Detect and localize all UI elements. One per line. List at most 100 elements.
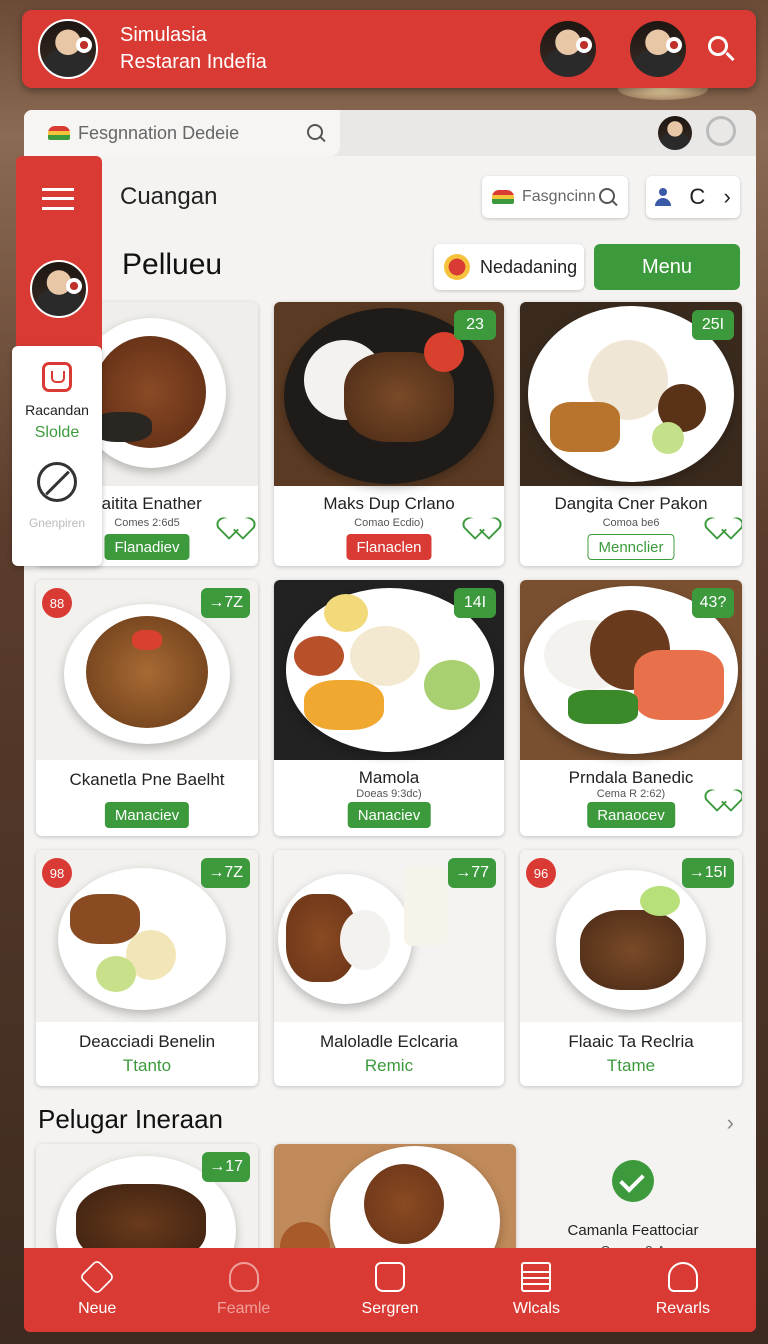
rail-menu-card: Racandan Slolde Gnenpiren <box>12 346 102 566</box>
user-placeholder-icon[interactable] <box>706 116 736 146</box>
side-rail <box>16 156 102 356</box>
rating-tag: 88 <box>42 588 72 618</box>
rail-avatar[interactable] <box>30 260 88 318</box>
section-title: Pelugar Ineraan <box>38 1104 224 1134</box>
nav-item-feamle[interactable]: Feamle <box>170 1248 316 1332</box>
rail-item-label[interactable]: Racandan <box>12 402 102 418</box>
mini-avatars <box>658 116 736 150</box>
profile-avatar[interactable] <box>38 19 98 79</box>
user-avatar-2[interactable] <box>630 21 686 77</box>
user-icon[interactable] <box>655 188 672 206</box>
rail-item-sublabel[interactable]: Slolde <box>12 424 102 442</box>
count-tag: 25I <box>692 310 734 340</box>
count-tag: →7Z <box>201 588 250 618</box>
search-icon <box>708 36 728 56</box>
food-card[interactable]: 43? Prndala Banedic Cema R 2:62) Ranaoce… <box>520 580 742 836</box>
search-icon <box>598 187 618 207</box>
count-tag: 43? <box>692 588 734 618</box>
nav-pill: C › <box>646 176 740 218</box>
heart-icon[interactable] <box>712 508 734 528</box>
food-status: Remic <box>364 1056 414 1075</box>
promo-title: Camanla Feattociar <box>567 1222 699 1239</box>
search-icon <box>306 123 326 143</box>
nav-label: Neue <box>78 1300 117 1317</box>
nav-label: Feamle <box>216 1300 271 1317</box>
count-tag: →7Z <box>201 858 250 888</box>
menu-button[interactable]: Menu <box>594 244 740 290</box>
status-dot-icon <box>444 254 470 280</box>
small-search-input[interactable]: Fasgncinn <box>482 176 628 218</box>
bell-icon <box>667 1262 698 1292</box>
food-card[interactable]: 96 →15I Flaaic Ta Reclria Ttame <box>520 850 742 1086</box>
mini-user-avatar[interactable] <box>658 116 692 150</box>
food-name: Prndala Banedic <box>568 768 694 787</box>
food-name: Dangita Cner Pakon <box>554 494 708 513</box>
hamburger-menu-icon[interactable] <box>42 188 74 210</box>
food-card[interactable]: 25I Dangita Cner Pakon Comoa be6 Menncli… <box>520 302 742 566</box>
small-search-placeholder: Fasgncinn <box>522 188 596 205</box>
heart-icon[interactable] <box>224 508 246 528</box>
search-row: Fesgnnation Dedeie <box>24 110 756 156</box>
rating-tag: 98 <box>42 858 72 888</box>
chevron-right-icon[interactable]: › <box>727 1110 734 1136</box>
nav-item-wlcals[interactable]: Wlcals <box>463 1248 609 1332</box>
food-subtitle: Doeas 9:3dc) <box>356 788 422 800</box>
header-search-button[interactable] <box>704 32 738 66</box>
food-card[interactable]: 98 →7Z Deacciadi Benelin Ttanto <box>36 850 258 1086</box>
list-icon <box>521 1262 552 1292</box>
filter-chip-label: Nedadaning <box>480 256 578 277</box>
page-subtitle: Cuangan <box>120 183 218 210</box>
food-card[interactable]: 88 →7Z Ckanetla Pne Baelht Manaciev <box>36 580 258 836</box>
food-name: Flaaic Ta Reclria <box>568 1032 694 1051</box>
app-title: Simulasia Restaran Indefia <box>120 22 267 76</box>
page-title: Pellueu <box>122 248 223 281</box>
app-header: Simulasia Restaran Indefia <box>22 10 756 88</box>
food-badge[interactable]: Mennclier <box>587 534 675 560</box>
main-search-placeholder: Fesgnnation Dedeie <box>78 122 240 143</box>
nav-pill-refresh[interactable]: C <box>689 184 705 210</box>
nav-label: Sergren <box>361 1300 419 1317</box>
food-card[interactable]: →77 Maloladle Eclcaria Remic <box>274 850 504 1086</box>
food-name: Mamola <box>358 768 420 787</box>
nav-label: Revarls <box>655 1300 710 1317</box>
app-title-line2: Restaran Indefia <box>120 51 267 73</box>
nav-item-sergren[interactable]: Sergren <box>317 1248 463 1332</box>
main-panel: Fesgnnation Dedeie Cuangan Fasgncinn C ›… <box>24 110 756 1270</box>
count-tag: →77 <box>448 858 496 888</box>
food-name: Maloladle Eclcaria <box>320 1032 458 1051</box>
food-name: Deacciadi Benelin <box>78 1032 216 1051</box>
food-badge[interactable]: Nanaciev <box>347 802 431 828</box>
face-icon <box>228 1262 259 1292</box>
food-card[interactable]: 23 Maks Dup Crlano Comao Ecdio) Flanacle… <box>274 302 504 566</box>
flag-icon <box>48 126 70 140</box>
food-badge[interactable]: Ranaocev <box>587 802 675 828</box>
user-avatar-1[interactable] <box>540 21 596 77</box>
nav-label: Wlcals <box>512 1300 560 1317</box>
count-tag: →17 <box>202 1152 250 1182</box>
count-tag: 23 <box>454 310 496 340</box>
compass-icon[interactable] <box>37 462 77 502</box>
heart-icon[interactable] <box>470 508 492 528</box>
app-title-line1: Simulasia <box>120 24 207 46</box>
flag-icon <box>492 190 514 204</box>
food-badge[interactable]: Manaciev <box>104 802 190 828</box>
nav-item-neue[interactable]: Neue <box>24 1248 170 1332</box>
food-status: Ttanto <box>122 1056 172 1075</box>
nav-pill-next[interactable]: › <box>724 184 731 210</box>
main-search-input[interactable]: Fesgnnation Dedeie <box>24 110 340 156</box>
count-tag: 14I <box>454 588 496 618</box>
filter-chip[interactable]: Nedadaning <box>434 244 584 290</box>
box-icon <box>79 1258 116 1296</box>
check-circle-icon <box>612 1160 654 1202</box>
food-card[interactable]: 14I Mamola Doeas 9:3dc) Nanaciev <box>274 580 504 836</box>
food-badge[interactable]: Flanaclen <box>346 534 432 560</box>
count-tag: →15I <box>681 858 734 888</box>
bottom-navigation: Neue Feamle Sergren Wlcals Revarls <box>24 1248 756 1332</box>
camera-icon[interactable] <box>42 362 72 392</box>
heart-icon[interactable] <box>712 780 734 800</box>
food-name: Ckanetla Pne Baelht <box>69 770 225 789</box>
food-status: Ttame <box>606 1056 656 1075</box>
rail-item-label-2[interactable]: Gnenpiren <box>12 516 102 530</box>
nav-item-revarls[interactable]: Revarls <box>610 1248 756 1332</box>
food-badge[interactable]: Flanadiev <box>104 534 190 560</box>
